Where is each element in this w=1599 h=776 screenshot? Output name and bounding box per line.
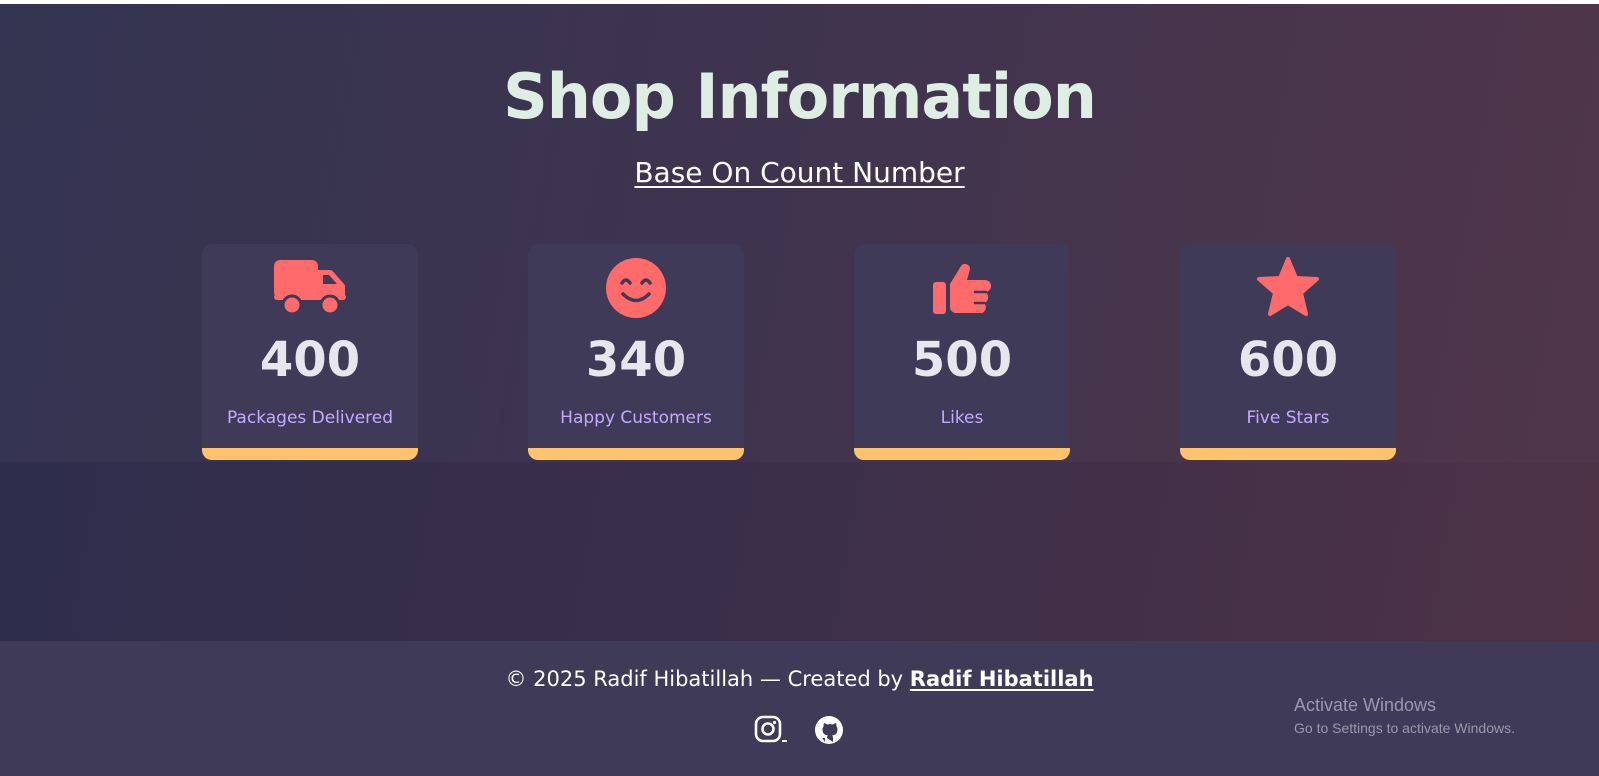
card-accent-bar xyxy=(202,448,418,460)
activate-title: Activate Windows xyxy=(1294,695,1437,715)
star-icon xyxy=(1180,256,1396,320)
stat-label: Happy Customers xyxy=(560,408,712,428)
github-icon[interactable] xyxy=(812,713,846,747)
truck-icon xyxy=(202,256,418,320)
stat-card-likes: 500 Likes xyxy=(854,244,1070,460)
stat-number: 500 xyxy=(911,332,1013,388)
stat-card-packages: 400 Packages Delivered xyxy=(202,244,418,460)
stats-section: Shop Information Base On Count Number 40… xyxy=(0,4,1599,462)
footer: © 2025 Radif Hibatillah — Created by Rad… xyxy=(0,641,1599,776)
thumbs-up-icon xyxy=(854,256,1070,320)
footer-copyright: © 2025 Radif Hibatillah — Created by Rad… xyxy=(0,667,1599,691)
page-subtitle: Base On Count Number xyxy=(634,156,965,189)
stat-card-customers: 340 Happy Customers xyxy=(528,244,744,460)
stat-card-stars: 600 Five Stars xyxy=(1180,244,1396,460)
instagram-icon[interactable] xyxy=(754,713,788,747)
stat-number: 340 xyxy=(585,332,687,388)
card-accent-bar xyxy=(528,448,744,460)
stat-number: 400 xyxy=(259,332,361,388)
stat-label: Five Stars xyxy=(1246,408,1330,428)
card-accent-bar xyxy=(854,448,1070,460)
stat-number: 600 xyxy=(1237,332,1339,388)
card-accent-bar xyxy=(1180,448,1396,460)
copyright-text: © 2025 Radif Hibatillah — Created by xyxy=(505,667,910,691)
page: Shop Information Base On Count Number 40… xyxy=(0,4,1599,776)
smile-icon xyxy=(528,256,744,320)
activate-windows-watermark: Activate Windows Go to Settings to activ… xyxy=(1294,695,1515,736)
stat-label: Packages Delivered xyxy=(226,408,394,428)
activate-subtitle: Go to Settings to activate Windows. xyxy=(1294,720,1515,736)
author-link[interactable]: Radif Hibatillah xyxy=(910,667,1094,691)
stat-label: Likes xyxy=(940,408,984,428)
page-title: Shop Information xyxy=(503,60,1097,133)
